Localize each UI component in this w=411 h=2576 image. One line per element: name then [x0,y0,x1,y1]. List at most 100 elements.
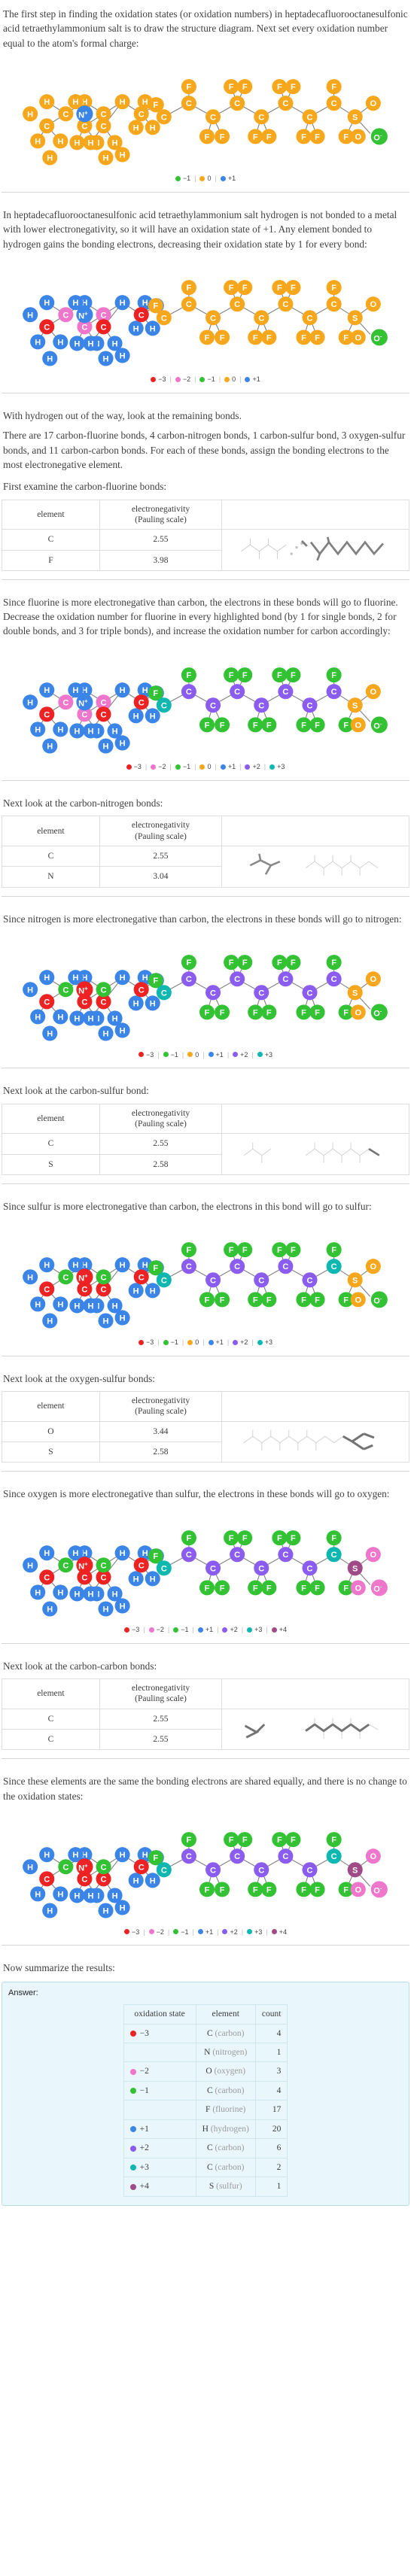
legend-value-label: +4 [279,1927,287,1936]
cell-en: 3.98 [99,549,223,571]
legend-item: +3 [244,1625,265,1635]
svg-text:O: O [355,132,361,141]
svg-text:F: F [277,1246,282,1255]
legend-color-dot [197,1929,203,1935]
svg-text:H: H [57,338,63,347]
svg-text:C: C [186,1852,192,1861]
legend-color-dot [208,1052,214,1058]
svg-text:H: H [27,1863,33,1872]
legend-item: +4 [269,1625,290,1635]
svg-text:C: C [258,1564,264,1573]
structure-diagram-fluorine: H H H H H H H H H H H H H H H H C C C C … [2,646,409,760]
svg-text:F: F [301,333,306,342]
legend-color-dot [271,1929,277,1935]
svg-text:H: H [44,98,50,107]
legend-item: −1 [172,762,193,772]
legend-item: −3 [148,375,169,384]
svg-text:C: C [81,710,87,719]
svg-text:C: C [186,300,192,309]
svg-text:C: C [282,99,288,108]
svg-text:H: H [74,1014,80,1023]
svg-text:H: H [74,138,80,147]
svg-text:H: H [44,299,50,308]
cell-mini-structure [221,1420,409,1463]
svg-text:O: O [355,721,361,730]
atom-F-minus1: F F F F F F F F F F F F F F [148,1242,354,1308]
svg-text:F: F [291,958,296,968]
svg-text:H: H [120,1549,126,1558]
svg-text:F: F [266,1296,272,1305]
cell-mini-structure [221,1133,409,1175]
svg-text:H: H [142,686,148,695]
legend-value-label: +3 [254,1626,263,1634]
svg-text:F: F [187,958,192,968]
svg-text:F: F [187,1534,192,1543]
svg-text:H: H [57,725,63,734]
element-name: (carbon) [215,2085,245,2095]
svg-text:C: C [210,1564,216,1573]
element-name: (carbon) [215,2143,245,2153]
legend-value-label: −1 [170,1338,178,1346]
atom-C-chain-neutral: C C C C C C C [181,296,342,326]
svg-text:H: H [150,999,156,1008]
cell-element: O (oxygen) [195,2061,256,2082]
svg-text:F: F [315,721,320,730]
svg-text:H: H [35,1301,41,1310]
legend-value-label: +2 [230,1626,238,1634]
divider [2,1758,409,1760]
divider [2,1642,409,1644]
svg-text:C: C [210,1277,216,1286]
element-name: (carbon) [215,2028,245,2038]
legend-value-label: +2 [240,1338,248,1346]
structure-diagram-final: H H H H H H H H H H H H H H H H C C C C … [2,1811,409,1924]
svg-text:C: C [331,99,337,108]
svg-text:H: H [72,974,78,983]
atom-N-minus3: N+ [76,1268,93,1286]
legend-value-label: −3 [145,1050,154,1059]
table-row: +2 C (carbon) 6 [123,2138,288,2158]
legend-color-dot [247,1929,253,1935]
element-symbol: N [204,2048,213,2058]
header-electronegativity: electronegativity (Pauling scale) [99,816,223,847]
cell-count: 1 [254,2043,288,2063]
legend-value-label: −3 [158,375,166,384]
svg-text:H: H [142,299,148,308]
svg-text:H: H [150,1876,156,1885]
svg-text:F: F [153,101,158,110]
svg-text:C: C [282,1852,288,1861]
legend-item: +2 [230,1050,251,1060]
cell-en: 2.58 [99,1441,223,1463]
legend-oxygen: −3 | −2 | −1 | +1 | +2 | +3 | +4 [2,1625,409,1635]
atom-S-neutral: S [347,697,363,713]
svg-text:F: F [277,958,282,968]
legend-item: +3 [244,1927,265,1937]
legend-value-label: −2 [158,763,166,771]
svg-text:C: C [101,1875,107,1884]
legend-color-dot [175,377,181,383]
svg-text:C: C [307,113,313,122]
svg-text:F: F [229,1534,234,1543]
section-hydrogen: In heptadecafluorooctanesulfonic acid te… [2,201,409,384]
svg-text:F: F [343,1584,349,1593]
svg-text:F: F [229,671,234,680]
cell-count: 3 [254,2061,288,2082]
legend-color-dot [124,1929,130,1935]
divider [2,1183,409,1184]
svg-text:F: F [205,1885,210,1894]
divider [2,192,409,193]
svg-text:H: H [150,123,156,132]
svg-text:H: H [120,98,126,107]
svg-text:H: H [47,153,53,163]
svg-text:F: F [331,958,336,968]
cell-oxidation-state: +2 [123,2138,196,2158]
svg-text:F: F [343,333,349,342]
svg-text:H: H [72,299,78,308]
element-symbol: H [202,2124,211,2134]
table-row: +1 H (hydrogen) 20 [123,2119,288,2140]
legend-item: +3 [254,1050,276,1060]
legend-item: 0 [221,375,239,384]
oxidation-color-dot [129,2183,136,2190]
svg-text:H: H [27,1274,33,1283]
svg-text:C: C [62,110,68,119]
section-carbon-nitrogen: Next look at the carbon-nitrogen bonds: … [2,789,409,888]
